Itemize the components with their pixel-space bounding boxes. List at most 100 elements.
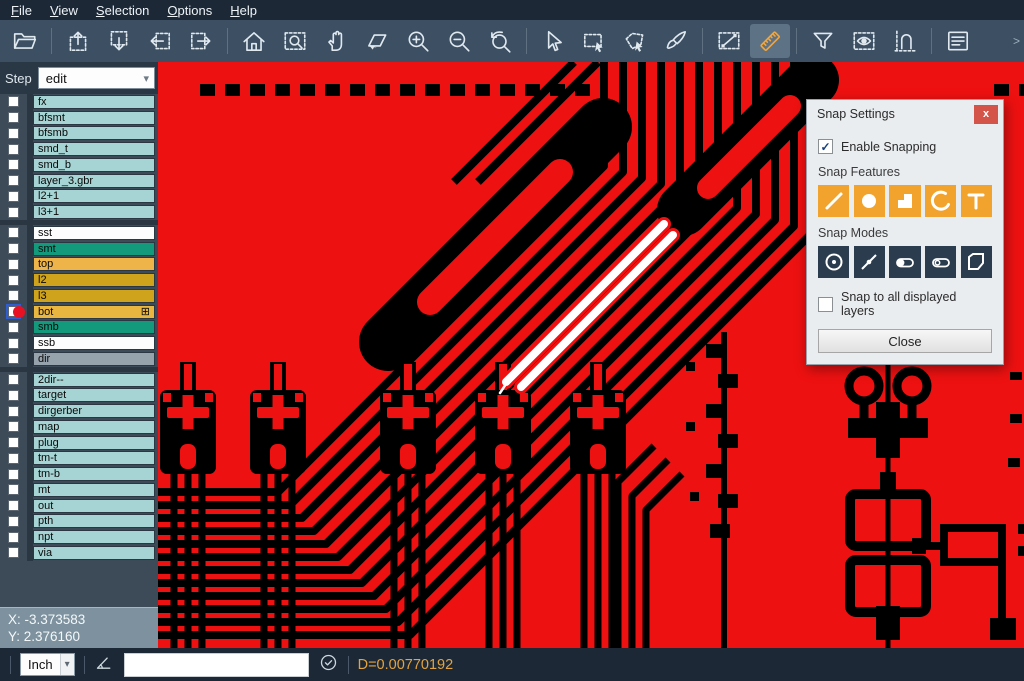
view-eye-icon[interactable] xyxy=(844,24,884,58)
pad-snap-feature-icon[interactable] xyxy=(889,185,920,217)
apply-check-icon[interactable] xyxy=(318,652,339,678)
layer-checkbox-out[interactable] xyxy=(8,500,19,511)
enable-snapping-checkbox[interactable]: ✓ xyxy=(818,139,833,154)
layer-checkbox-tm-t[interactable] xyxy=(8,453,19,464)
layer-checkbox-smd_t[interactable] xyxy=(8,144,19,155)
layer-chip-smd_t[interactable]: smd_t xyxy=(33,142,155,156)
select-rect-icon[interactable] xyxy=(574,24,614,58)
layer-checkbox-fx[interactable] xyxy=(8,96,19,107)
layer-chip-dir[interactable]: dir xyxy=(33,352,155,366)
layer-checkbox-l2[interactable] xyxy=(8,275,19,286)
layer-chip-l2+1[interactable]: l2+1 xyxy=(33,189,155,203)
select-arrow-icon[interactable] xyxy=(533,24,573,58)
layer-chip-ssb[interactable]: ssb xyxy=(33,336,155,350)
layer-chip-tm-t[interactable]: tm-t xyxy=(33,451,155,465)
layer-checkbox-pth[interactable] xyxy=(8,516,19,527)
snap-icon[interactable] xyxy=(885,24,925,58)
arc-snap-feature-icon[interactable] xyxy=(925,185,956,217)
zoom-in-icon[interactable] xyxy=(398,24,438,58)
pan-left-icon[interactable] xyxy=(140,24,180,58)
zoom-window-icon[interactable] xyxy=(357,24,397,58)
layer-checkbox-target[interactable] xyxy=(8,390,19,401)
command-input[interactable] xyxy=(124,653,309,677)
close-button[interactable]: Close xyxy=(818,329,992,353)
layer-checkbox-smd_b[interactable] xyxy=(8,159,19,170)
layer-checkbox-l3[interactable] xyxy=(8,290,19,301)
layer-chip-smt[interactable]: smt xyxy=(33,242,155,256)
layer-chip-dirgerber[interactable]: dirgerber xyxy=(33,404,155,418)
layer-checkbox-smb[interactable] xyxy=(8,322,19,333)
layer-chip-top[interactable]: top xyxy=(33,257,155,271)
layer-chip-npt[interactable]: npt xyxy=(33,530,155,544)
menu-item-options[interactable]: Options xyxy=(158,2,221,19)
layer-chip-map[interactable]: map xyxy=(33,420,155,434)
layer-checkbox-dirgerber[interactable] xyxy=(8,406,19,417)
unit-select[interactable]: Inch ▾ xyxy=(20,653,75,676)
slot-outline-snap-mode-icon[interactable] xyxy=(925,246,956,278)
layer-chip-2dir--[interactable]: 2dir-- xyxy=(33,373,155,387)
layer-chip-smd_b[interactable]: smd_b xyxy=(33,158,155,172)
menu-item-selection[interactable]: Selection xyxy=(87,2,158,19)
filter-icon[interactable] xyxy=(803,24,843,58)
layer-checkbox-via[interactable] xyxy=(8,547,19,558)
dialog-title-bar[interactable]: Snap Settings x xyxy=(807,100,1003,128)
layer-chip-l3[interactable]: l3 xyxy=(33,289,155,303)
menu-item-file[interactable]: File xyxy=(2,2,41,19)
layer-checkbox-2dir--[interactable] xyxy=(8,374,19,385)
zoom-previous-icon[interactable] xyxy=(480,24,520,58)
pcb-canvas[interactable]: Snap Settings x ✓ Enable Snapping Snap F… xyxy=(158,62,1024,648)
pan-hand-icon[interactable] xyxy=(316,24,356,58)
zoom-region-icon[interactable] xyxy=(275,24,315,58)
dialog-close-icon[interactable]: x xyxy=(974,105,998,124)
layer-chip-bfsmt[interactable]: bfsmt xyxy=(33,111,155,125)
layer-chip-tm-b[interactable]: tm-b xyxy=(33,467,155,481)
layer-chip-fx[interactable]: fx xyxy=(33,95,155,109)
enable-snapping-row[interactable]: ✓ Enable Snapping xyxy=(818,139,992,154)
layer-checkbox-mt[interactable] xyxy=(8,484,19,495)
brush-icon[interactable] xyxy=(656,24,696,58)
step-select[interactable]: edit ▾ xyxy=(38,67,155,89)
slot-filled-snap-mode-icon[interactable] xyxy=(889,246,920,278)
circle-snap-feature-icon[interactable] xyxy=(854,185,885,217)
layer-chip-pth[interactable]: pth xyxy=(33,514,155,528)
layer-checkbox-smt[interactable] xyxy=(8,243,19,254)
all-layers-row[interactable]: Snap to all displayed layers xyxy=(818,290,992,318)
layer-chip-l3+1[interactable]: l3+1 xyxy=(33,205,155,219)
layer-chip-l2[interactable]: l2 xyxy=(33,273,155,287)
layer-chip-plug[interactable]: plug xyxy=(33,436,155,450)
layer-checkbox-map[interactable] xyxy=(8,421,19,432)
layer-chip-target[interactable]: target xyxy=(33,388,155,402)
pan-right-icon[interactable] xyxy=(181,24,221,58)
layer-checkbox-plug[interactable] xyxy=(8,437,19,448)
home-fit-icon[interactable] xyxy=(234,24,274,58)
pan-down-icon[interactable] xyxy=(99,24,139,58)
zoom-out-icon[interactable] xyxy=(439,24,479,58)
center-snap-mode-icon[interactable] xyxy=(818,246,849,278)
ruler-icon[interactable] xyxy=(750,24,790,58)
open-folder-icon[interactable] xyxy=(5,24,45,58)
layer-chip-out[interactable]: out xyxy=(33,499,155,513)
layer-chip-bot[interactable]: bot⊞ xyxy=(33,305,155,319)
layer-checkbox-tm-b[interactable] xyxy=(8,469,19,480)
measure-line-icon[interactable] xyxy=(709,24,749,58)
menu-item-help[interactable]: Help xyxy=(221,2,266,19)
layer-chip-layer_3.gbr[interactable]: layer_3.gbr xyxy=(33,174,155,188)
layer-checkbox-bfsmb[interactable] xyxy=(8,128,19,139)
line-snap-feature-icon[interactable] xyxy=(818,185,849,217)
layer-checkbox-dir[interactable] xyxy=(8,353,19,364)
layer-chip-sst[interactable]: sst xyxy=(33,226,155,240)
layer-checkbox-bfsmt[interactable] xyxy=(8,112,19,123)
pan-up-icon[interactable] xyxy=(58,24,98,58)
menu-item-view[interactable]: View xyxy=(41,2,87,19)
layer-chip-smb[interactable]: smb xyxy=(33,320,155,334)
layer-checkbox-layer_3.gbr[interactable] xyxy=(8,175,19,186)
layer-checkbox-ssb[interactable] xyxy=(8,338,19,349)
layer-checkbox-sst[interactable] xyxy=(8,227,19,238)
form-icon[interactable] xyxy=(938,24,978,58)
layer-chip-bfsmb[interactable]: bfsmb xyxy=(33,126,155,140)
text-snap-feature-icon[interactable] xyxy=(961,185,992,217)
all-layers-checkbox[interactable] xyxy=(818,297,833,312)
polygon-snap-mode-icon[interactable] xyxy=(961,246,992,278)
layer-checkbox-top[interactable] xyxy=(8,259,19,270)
layer-checkbox-npt[interactable] xyxy=(8,532,19,543)
